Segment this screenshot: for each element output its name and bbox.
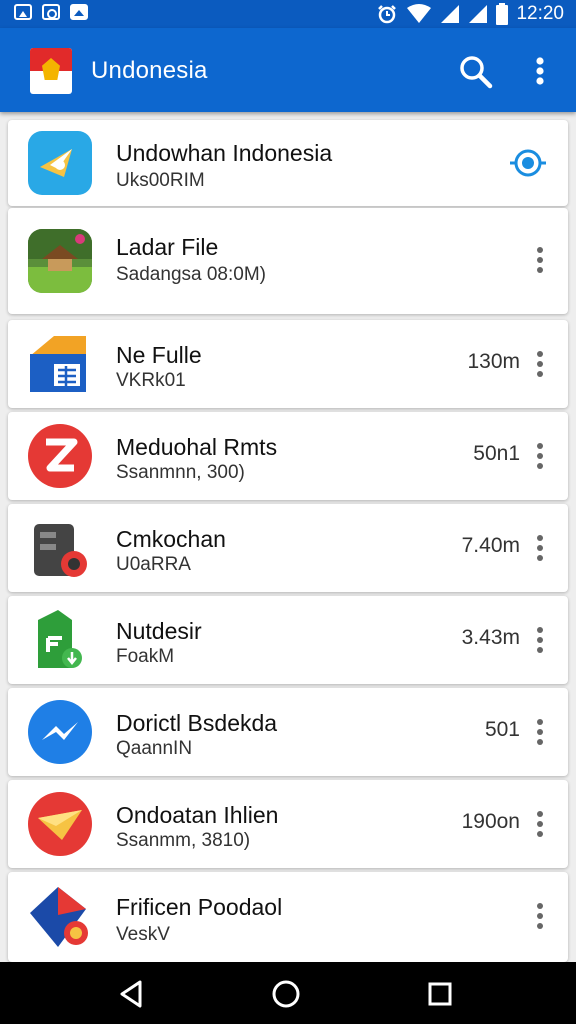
image-notification-icon (14, 4, 32, 20)
item-name: Frificen Poodaol (116, 894, 283, 920)
app-bar: Undonesia (0, 28, 576, 112)
more-vert-icon[interactable] (530, 534, 550, 562)
item-name: Ne Fulle (116, 342, 202, 368)
item-size: 3.43m (461, 626, 520, 649)
item-subtitle: U0aRRA (116, 554, 191, 575)
list-item[interactable]: Undowhan Indonesia Uks00RIM (8, 120, 568, 206)
sync-icon[interactable] (506, 146, 550, 180)
file-folder-icon (28, 332, 92, 396)
item-subtitle: VKRk01 (116, 370, 186, 391)
list-item[interactable]: Ladar File Sadangsa 08:0M) (8, 208, 568, 314)
item-subtitle: Ssanmnn, 300) (116, 462, 245, 483)
messenger-icon (28, 700, 92, 764)
gallery-notification-icon (42, 4, 60, 20)
clock: 12:20 (516, 3, 564, 24)
back-icon[interactable] (116, 978, 148, 1010)
item-subtitle: Uks00RIM (116, 170, 205, 191)
item-size: 50n1 (473, 442, 520, 465)
system-icons: 12:20 (376, 2, 564, 26)
more-vert-icon[interactable] (530, 810, 550, 838)
list-item[interactable]: Frificen Poodaol VeskV (8, 872, 568, 962)
more-vert-icon[interactable] (530, 626, 550, 654)
item-name: Ondoatan Ihlien (116, 802, 279, 828)
picture-notification-icon (70, 4, 88, 20)
village-photo-icon (28, 229, 92, 293)
item-size: 130m (467, 350, 520, 373)
navigation-bar (0, 962, 576, 1024)
item-subtitle: Ssanmm, 3810) (116, 830, 251, 851)
item-subtitle: VeskV (116, 924, 170, 945)
recents-icon[interactable] (424, 978, 456, 1010)
z-red-icon (28, 424, 92, 488)
signal-icon (469, 5, 488, 23)
green-download-icon (28, 608, 92, 672)
item-size: 501 (484, 718, 520, 741)
more-vert-icon[interactable] (530, 350, 550, 378)
item-name: Cmkochan (116, 526, 226, 552)
list-item[interactable]: Cmkochan U0aRRA 7.40m (8, 504, 568, 592)
search-icon[interactable] (458, 54, 494, 90)
indonesia-emblem-icon (30, 48, 72, 94)
more-vert-icon[interactable] (530, 718, 550, 746)
wifi-icon (407, 4, 432, 23)
more-vert-icon[interactable] (530, 442, 550, 470)
app-title: Undonesia (91, 57, 208, 84)
notification-icons (14, 4, 88, 20)
item-name: Dorictl Bsdekda (116, 710, 278, 736)
item-name: Undowhan Indonesia (116, 140, 333, 166)
list-item[interactable]: Ondoatan Ihlien Ssanmm, 3810) 190on (8, 780, 568, 868)
item-name: Meduohal Rmts (116, 434, 278, 460)
radio-icon (28, 516, 92, 580)
battery-icon (496, 3, 509, 25)
paper-plane-icon (28, 792, 92, 856)
list-item[interactable]: Dorictl Bsdekda QaannIN 501 (8, 688, 568, 776)
item-size: 190on (461, 810, 520, 833)
signal-icon (441, 5, 460, 23)
list-item[interactable]: Ne Fulle VKRk01 130m (8, 320, 568, 408)
item-subtitle: Sadangsa 08:0M) (116, 264, 266, 285)
item-name: Ladar File (116, 234, 219, 260)
item-name: Nutdesir (116, 618, 202, 644)
item-size: 7.40m (461, 534, 520, 557)
item-subtitle: FoakM (116, 646, 175, 667)
list-item[interactable]: Meduohal Rmts Ssanmnn, 300) 50n1 (8, 412, 568, 500)
home-icon[interactable] (270, 978, 302, 1010)
send-icon (28, 131, 92, 195)
more-vert-icon[interactable] (526, 54, 554, 90)
more-vert-icon[interactable] (530, 246, 550, 274)
list-item[interactable]: Nutdesir FoakM 3.43m (8, 596, 568, 684)
more-vert-icon[interactable] (530, 902, 550, 930)
status-bar: 12:20 (0, 0, 576, 28)
alarm-icon (378, 5, 397, 24)
shield-app-icon (28, 885, 92, 949)
item-subtitle: QaannIN (116, 738, 193, 759)
